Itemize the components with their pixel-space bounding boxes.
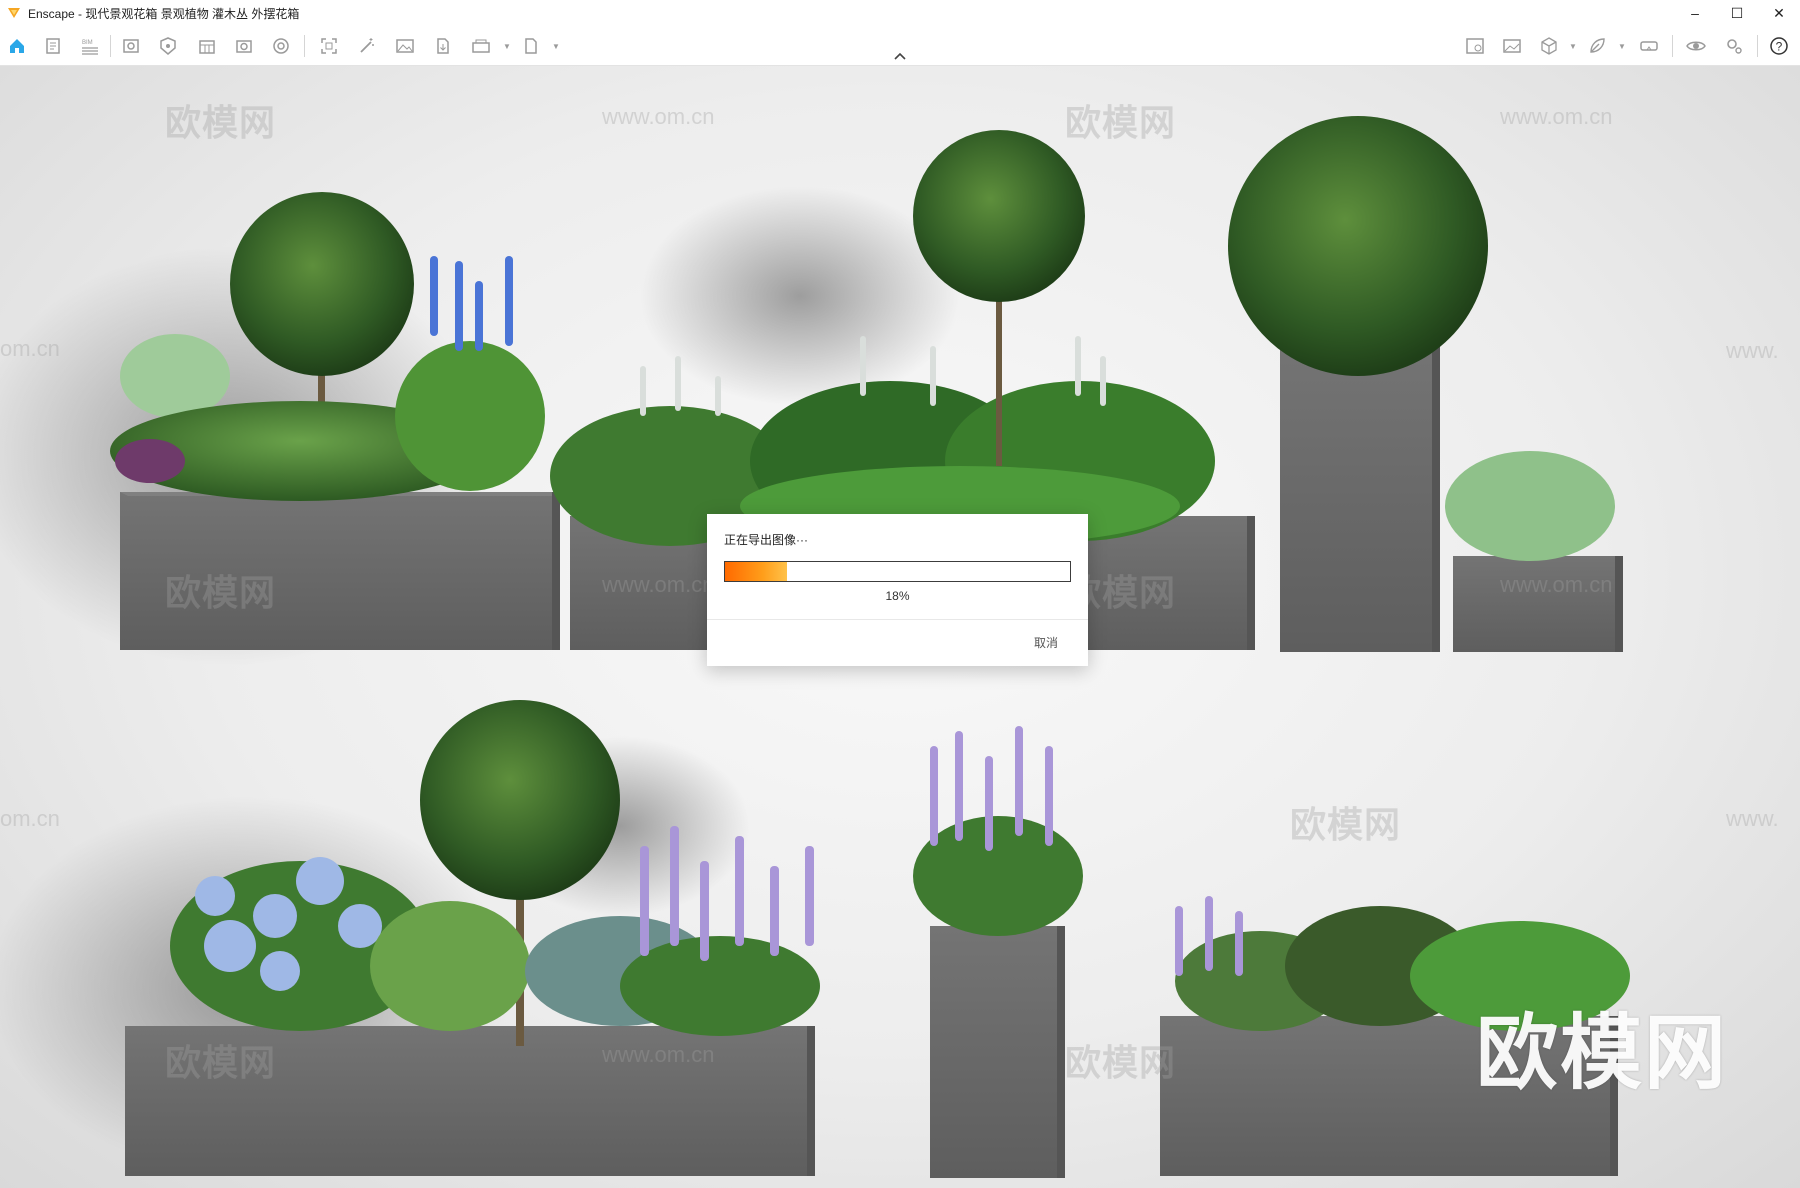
watermark-url: www.om.cn: [1500, 104, 1613, 129]
watermark-url-partial: om.cn: [0, 806, 60, 831]
progress-bar-fill: [725, 562, 788, 581]
chevron-down-icon[interactable]: ▼: [503, 42, 511, 51]
toolbar-separator: [1757, 35, 1758, 57]
progress-percent: 18%: [885, 589, 910, 603]
watermark-url-partial: om.cn: [0, 336, 60, 361]
collapse-toolbar-chevron-icon[interactable]: [891, 50, 909, 62]
watermark-brand: 欧模网: [1290, 804, 1402, 845]
cancel-button[interactable]: 取消: [1034, 634, 1058, 651]
watermark-url: www.om.cn: [602, 572, 715, 597]
window-controls: – ☐ ✕: [1674, 0, 1800, 26]
watermark-brand: 欧模网: [1065, 102, 1177, 143]
watermark-brand: 欧模网: [165, 1042, 277, 1083]
watermark-url: www.om.cn: [1500, 572, 1613, 597]
close-button[interactable]: ✕: [1758, 0, 1800, 26]
watermark-url: www.om.cn: [602, 1042, 715, 1067]
asset-library-icon[interactable]: [157, 35, 179, 57]
toolbar-separator: [110, 35, 111, 57]
toolbar-separator: [304, 35, 305, 57]
minimize-button[interactable]: –: [1674, 0, 1716, 26]
help-icon[interactable]: ?: [1768, 35, 1790, 57]
material-icon[interactable]: [196, 35, 218, 57]
window-title: Enscape - 现代景观花箱 景观植物 灌木丛 外摆花箱: [28, 6, 300, 21]
enscape-logo-icon: [8, 8, 20, 18]
eye-icon[interactable]: [1685, 35, 1707, 57]
watermark-url-partial: www.: [1726, 806, 1779, 831]
progress-bar: [724, 561, 1071, 582]
settings-sphere-icon[interactable]: [270, 35, 292, 57]
title-bar: Enscape - 现代景观花箱 景观植物 灌木丛 外摆花箱 – ☐ ✕: [0, 0, 1800, 26]
capture-icon[interactable]: [318, 35, 340, 57]
home-icon[interactable]: [6, 35, 28, 57]
help-label: ?: [1776, 40, 1783, 54]
watermark-brand: 欧模网: [165, 102, 277, 143]
image-compare-icon[interactable]: [1464, 35, 1486, 57]
magic-icon[interactable]: [356, 35, 378, 57]
cube-icon[interactable]: [1538, 35, 1560, 57]
batch-render-icon[interactable]: [470, 35, 492, 57]
watermark-url: www.om.cn: [602, 104, 715, 129]
document-icon[interactable]: [42, 35, 64, 57]
bim-label: BIM: [82, 40, 93, 46]
bim-icon[interactable]: BIM: [79, 35, 101, 57]
maximize-button[interactable]: ☐: [1716, 0, 1758, 26]
watermark-brand: 欧模网: [165, 572, 277, 613]
export-file-icon[interactable]: [520, 35, 542, 57]
settings-icon[interactable]: [1723, 35, 1745, 57]
chevron-down-icon[interactable]: ▼: [552, 42, 560, 51]
dialog-divider: [707, 619, 1088, 620]
leaf-icon[interactable]: [1586, 35, 1608, 57]
screenshot-icon[interactable]: [233, 35, 255, 57]
export-icon[interactable]: [432, 35, 454, 57]
view-icon[interactable]: [120, 35, 142, 57]
export-progress-dialog: 正在导出图像··· 18% 取消: [707, 514, 1088, 666]
watermark-url-partial: www.: [1726, 338, 1779, 363]
chevron-down-icon[interactable]: ▼: [1569, 42, 1577, 51]
chevron-down-icon[interactable]: ▼: [1618, 42, 1626, 51]
toolbar-separator: [1672, 35, 1673, 57]
image-icon[interactable]: [394, 35, 416, 57]
watermark-brand: 欧模网: [1065, 1042, 1177, 1083]
watermark-brand-large: 欧模网: [1476, 1008, 1729, 1099]
gallery-icon[interactable]: [1501, 35, 1523, 57]
dialog-title: 正在导出图像···: [724, 533, 808, 547]
vr-icon[interactable]: [1638, 35, 1660, 57]
